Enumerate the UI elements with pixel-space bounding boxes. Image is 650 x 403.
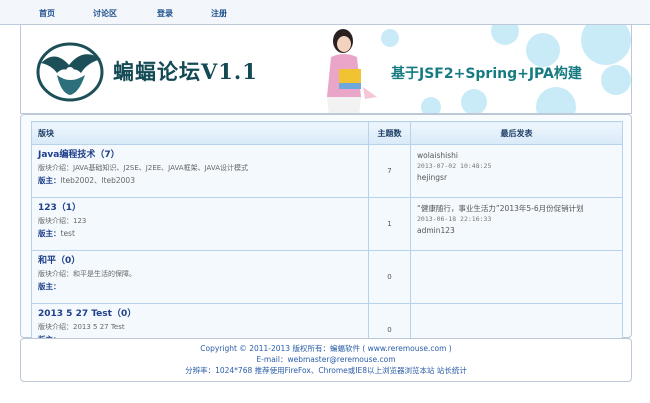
banner-person-illustration	[327, 29, 377, 113]
table-row: 123（1） 版块介绍：123 版主：test 1 “健康随行，事业生活力”20…	[31, 197, 623, 251]
header-last-post: 最后发表	[410, 121, 623, 145]
last-post-time: 2013-07-02 10:48:25	[417, 162, 492, 170]
last-post-cell: wolaishishi 2013-07-02 10:48:25 hejingsr	[410, 144, 623, 198]
board-moderators: 版主：	[38, 281, 362, 293]
decorative-bubble	[526, 33, 560, 67]
topic-count: 0	[368, 250, 411, 304]
moderator-label: 版主：	[38, 282, 61, 291]
board-cell: Java编程技术（7） 版块介绍：JAVA基础知识、J2SE、J2EE、JAVA…	[31, 144, 369, 198]
board-name-link[interactable]: Java编程技术（7）	[38, 149, 362, 161]
decorative-bubble	[461, 89, 487, 113]
table-row: Java编程技术（7） 版块介绍：JAVA基础知识、J2SE、J2EE、JAVA…	[31, 144, 623, 198]
board-cell: 和平（0） 版块介绍：和平是生活的保障。 版主：	[31, 250, 369, 304]
last-post-cell	[410, 250, 623, 304]
table-header-row: 版块 主题数 最后发表	[31, 121, 623, 145]
last-post-cell: “健康随行，事业生活力”2013年5-6月份促销计划 2013-06-18 22…	[410, 197, 623, 251]
board-moderators: 版主：test	[38, 228, 362, 240]
last-post-title[interactable]: wolaishishi	[417, 150, 616, 161]
decorative-bubble	[491, 25, 519, 45]
board-cell: 123（1） 版块介绍：123 版主：test	[31, 197, 369, 251]
moderator-label: 版主：	[38, 176, 61, 185]
board-description: 版块介绍：JAVA基础知识、J2SE、J2EE、JAVA框架、JAVA设计模式	[38, 164, 248, 172]
last-post-time: 2013-06-18 22:16:33	[417, 215, 492, 223]
site-title: 蝙蝠论坛V1.1	[113, 59, 258, 84]
decorative-bubble	[581, 25, 631, 65]
forum-board-panel: 版块 主题数 最后发表 Java编程技术（7） 版块介绍：JAVA基础知识、J2…	[20, 114, 632, 357]
footer-email: E-mail：webmaster@reremouse.com	[256, 355, 396, 364]
board-description: 版块介绍：和平是生活的保障。	[38, 270, 136, 278]
board-description: 版块介绍：123	[38, 217, 87, 225]
topic-count: 7	[368, 144, 411, 198]
nav-link-forum[interactable]: 讨论区	[93, 8, 117, 19]
decorative-bubble	[421, 97, 441, 113]
top-nav: 首页 讨论区 登录 注册	[0, 0, 650, 25]
decorative-bubble	[536, 87, 576, 113]
nav-link-register[interactable]: 注册	[211, 8, 227, 19]
moderator-label: 版主：	[38, 229, 61, 238]
site-banner: 蝙蝠论坛V1.1 基于JSF2+Spring+JPA构建	[20, 24, 632, 114]
moderator-names[interactable]: test	[61, 229, 75, 238]
footer-info-line: 分辨率：1024*768 推荐使用FireFox、Chrome或IE8以上浏览器…	[21, 365, 631, 376]
last-post-user[interactable]: admin123	[417, 225, 616, 236]
decorative-bubble	[601, 65, 631, 95]
last-post-user[interactable]: hejingsr	[417, 172, 616, 183]
board-moderators: 版主：lteb2002、lteb2003	[38, 175, 362, 187]
header-topic-count: 主题数	[368, 121, 411, 145]
banner-slogan: 基于JSF2+Spring+JPA构建	[391, 66, 582, 82]
nav-link-home[interactable]: 首页	[39, 8, 55, 19]
footer-copyright: Copyright © 2011-2013 版权所有：蝙蝠软件 ( www.re…	[200, 344, 452, 353]
site-stats-link[interactable]: 站长统计	[437, 366, 467, 375]
header-board: 版块	[31, 121, 369, 145]
board-name-link[interactable]: 123（1）	[38, 202, 362, 214]
last-post-title[interactable]: “健康随行，事业生活力”2013年5-6月份促销计划	[417, 203, 616, 214]
moderator-names[interactable]: lteb2002、lteb2003	[61, 176, 135, 185]
board-name-link[interactable]: 和平（0）	[38, 255, 362, 267]
bat-logo-icon	[36, 42, 104, 102]
nav-link-login[interactable]: 登录	[157, 8, 173, 19]
board-description: 版块介绍：2013 5 27 Test	[38, 323, 125, 331]
board-name-link[interactable]: 2013 5 27 Test（0）	[38, 308, 362, 320]
topic-count: 1	[368, 197, 411, 251]
forum-table: 版块 主题数 最后发表 Java编程技术（7） 版块介绍：JAVA基础知识、J2…	[31, 121, 623, 357]
site-footer: Copyright © 2011-2013 版权所有：蝙蝠软件 ( www.re…	[20, 338, 632, 382]
footer-resolution-text: 分辨率：1024*768 推荐使用FireFox、Chrome或IE8以上浏览器…	[185, 366, 435, 375]
table-row: 和平（0） 版块介绍：和平是生活的保障。 版主： 0	[31, 250, 623, 304]
decorative-bubble	[381, 29, 399, 47]
